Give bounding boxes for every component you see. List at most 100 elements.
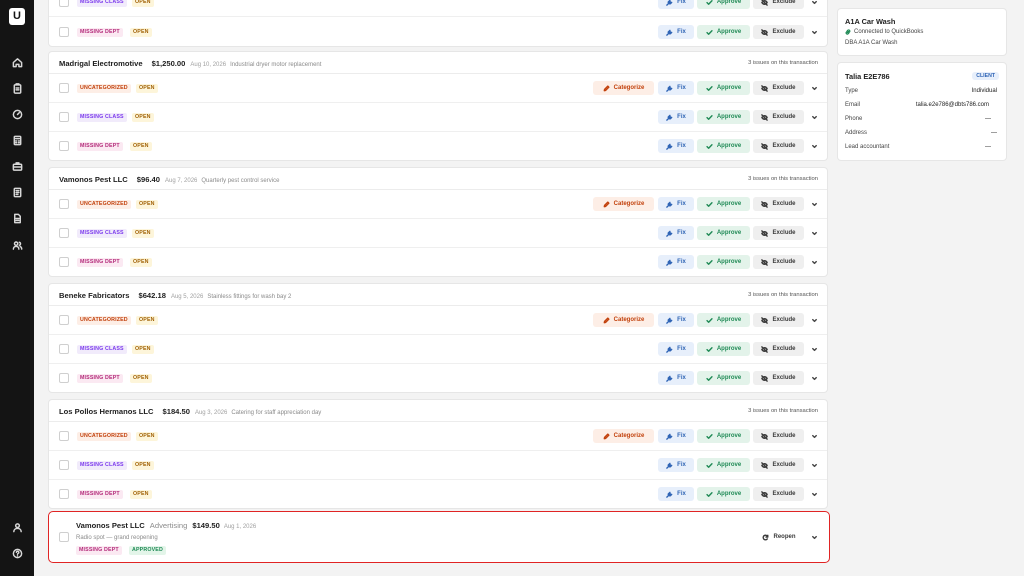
row-checkbox[interactable] [59, 199, 69, 209]
fix-button[interactable]: Fix [658, 0, 694, 9]
chevron-down-icon[interactable] [808, 430, 820, 442]
chevron-down-icon[interactable] [808, 343, 820, 355]
approve-button[interactable]: Approve [697, 139, 750, 153]
exclude-button[interactable]: Exclude [753, 197, 804, 211]
exclude-button[interactable]: Exclude [753, 25, 804, 39]
row-checkbox[interactable] [59, 373, 69, 383]
categorize-button[interactable]: Categorize [593, 81, 654, 95]
transaction-category: Advertising [149, 521, 188, 530]
row-checkbox[interactable] [59, 27, 69, 37]
clipboard-icon[interactable] [10, 81, 24, 95]
approve-button[interactable]: Approve [697, 487, 750, 501]
row-checkbox[interactable] [59, 112, 69, 122]
fix-button[interactable]: Fix [658, 197, 694, 211]
row-checkbox[interactable] [59, 315, 69, 325]
chevron-down-icon[interactable] [808, 256, 820, 268]
approve-button[interactable]: Approve [697, 313, 750, 327]
approve-button[interactable]: Approve [697, 255, 750, 269]
chevron-down-icon[interactable] [808, 459, 820, 471]
exclude-button[interactable]: Exclude [753, 458, 804, 472]
exclude-button[interactable]: Exclude [753, 0, 804, 9]
help-icon[interactable] [10, 546, 24, 560]
fix-button[interactable]: Fix [658, 25, 694, 39]
exclude-button[interactable]: Exclude [753, 487, 804, 501]
issue-type-badge: MISSING CLASS [77, 0, 127, 7]
approve-button[interactable]: Approve [697, 429, 750, 443]
approve-button[interactable]: Approve [697, 25, 750, 39]
wrench-icon [666, 462, 673, 469]
chevron-down-icon[interactable] [808, 0, 820, 8]
ledger-icon[interactable] [10, 185, 24, 199]
row-checkbox[interactable] [59, 489, 69, 499]
row-checkbox[interactable] [59, 460, 69, 470]
fix-button[interactable]: Fix [658, 255, 694, 269]
chevron-down-icon[interactable] [808, 111, 820, 123]
reopen-button[interactable]: Reopen [755, 530, 803, 544]
fix-button[interactable]: Fix [658, 458, 694, 472]
chevron-down-icon[interactable] [808, 26, 820, 38]
row-checkbox[interactable] [59, 257, 69, 267]
fix-button[interactable]: Fix [658, 429, 694, 443]
chevron-down-icon[interactable] [808, 198, 820, 210]
exclude-button[interactable]: Exclude [753, 226, 804, 240]
approve-button[interactable]: Approve [697, 371, 750, 385]
chevron-down-icon[interactable] [808, 140, 820, 152]
home-icon[interactable] [10, 55, 24, 69]
approve-button[interactable]: Approve [697, 81, 750, 95]
field-value[interactable]: talia.e2e786@dbts786.com [916, 102, 989, 108]
exclude-button[interactable]: Exclude [753, 371, 804, 385]
row-checkbox[interactable] [59, 0, 69, 7]
exclude-button[interactable]: Exclude [753, 81, 804, 95]
chevron-down-icon[interactable] [808, 531, 820, 543]
fix-button[interactable]: Fix [658, 81, 694, 95]
row-checkbox[interactable] [59, 228, 69, 238]
approve-button[interactable]: Approve [697, 342, 750, 356]
wrench-icon [666, 375, 673, 382]
row-checkbox[interactable] [59, 344, 69, 354]
chevron-down-icon[interactable] [808, 314, 820, 326]
fix-button[interactable]: Fix [658, 139, 694, 153]
transaction-date: Aug 1, 2026 [223, 524, 257, 530]
row-checkbox[interactable] [59, 83, 69, 93]
users-icon[interactable] [10, 238, 24, 252]
chevron-down-icon[interactable] [808, 227, 820, 239]
issue-row: UNCATEGORIZED OPEN Categorize Fix Approv… [49, 74, 827, 103]
approve-button[interactable]: Approve [697, 226, 750, 240]
chevron-down-icon[interactable] [808, 372, 820, 384]
exclude-button[interactable]: Exclude [753, 255, 804, 269]
document-icon[interactable] [10, 211, 24, 225]
fix-button[interactable]: Fix [658, 313, 694, 327]
fix-button[interactable]: Fix [658, 110, 694, 124]
check-icon [706, 114, 713, 120]
approve-button[interactable]: Approve [697, 0, 750, 9]
exclude-button[interactable]: Exclude [753, 342, 804, 356]
vendor-name: Madrigal Electromotive [59, 59, 143, 68]
fix-button[interactable]: Fix [658, 371, 694, 385]
chevron-down-icon[interactable] [808, 488, 820, 500]
approve-button[interactable]: Approve [697, 110, 750, 124]
app-logo[interactable]: U [9, 8, 25, 25]
calculator-icon[interactable] [10, 133, 24, 147]
categorize-button[interactable]: Categorize [593, 197, 654, 211]
exclude-button[interactable]: Exclude [753, 429, 804, 443]
briefcase-icon[interactable] [10, 159, 24, 173]
exclude-button[interactable]: Exclude [753, 139, 804, 153]
fix-button[interactable]: Fix [658, 487, 694, 501]
row-checkbox[interactable] [59, 431, 69, 441]
exclude-button[interactable]: Exclude [753, 313, 804, 327]
contact-card: Talia E2E786 CLIENT Type Individual Emai… [837, 62, 1007, 161]
fix-button[interactable]: Fix [658, 342, 694, 356]
user-icon[interactable] [10, 520, 24, 534]
gauge-icon[interactable] [10, 107, 24, 121]
categorize-button[interactable]: Categorize [593, 313, 654, 327]
chevron-down-icon[interactable] [808, 82, 820, 94]
issue-type-badge: MISSING DEPT [77, 142, 123, 151]
exclude-button[interactable]: Exclude [753, 110, 804, 124]
row-checkbox[interactable] [59, 141, 69, 151]
categorize-button[interactable]: Categorize [593, 429, 654, 443]
approve-button[interactable]: Approve [697, 458, 750, 472]
fix-button[interactable]: Fix [658, 226, 694, 240]
approve-button[interactable]: Approve [697, 197, 750, 211]
row-checkbox[interactable] [59, 532, 69, 542]
transaction-date: Aug 10, 2026 [190, 62, 227, 68]
